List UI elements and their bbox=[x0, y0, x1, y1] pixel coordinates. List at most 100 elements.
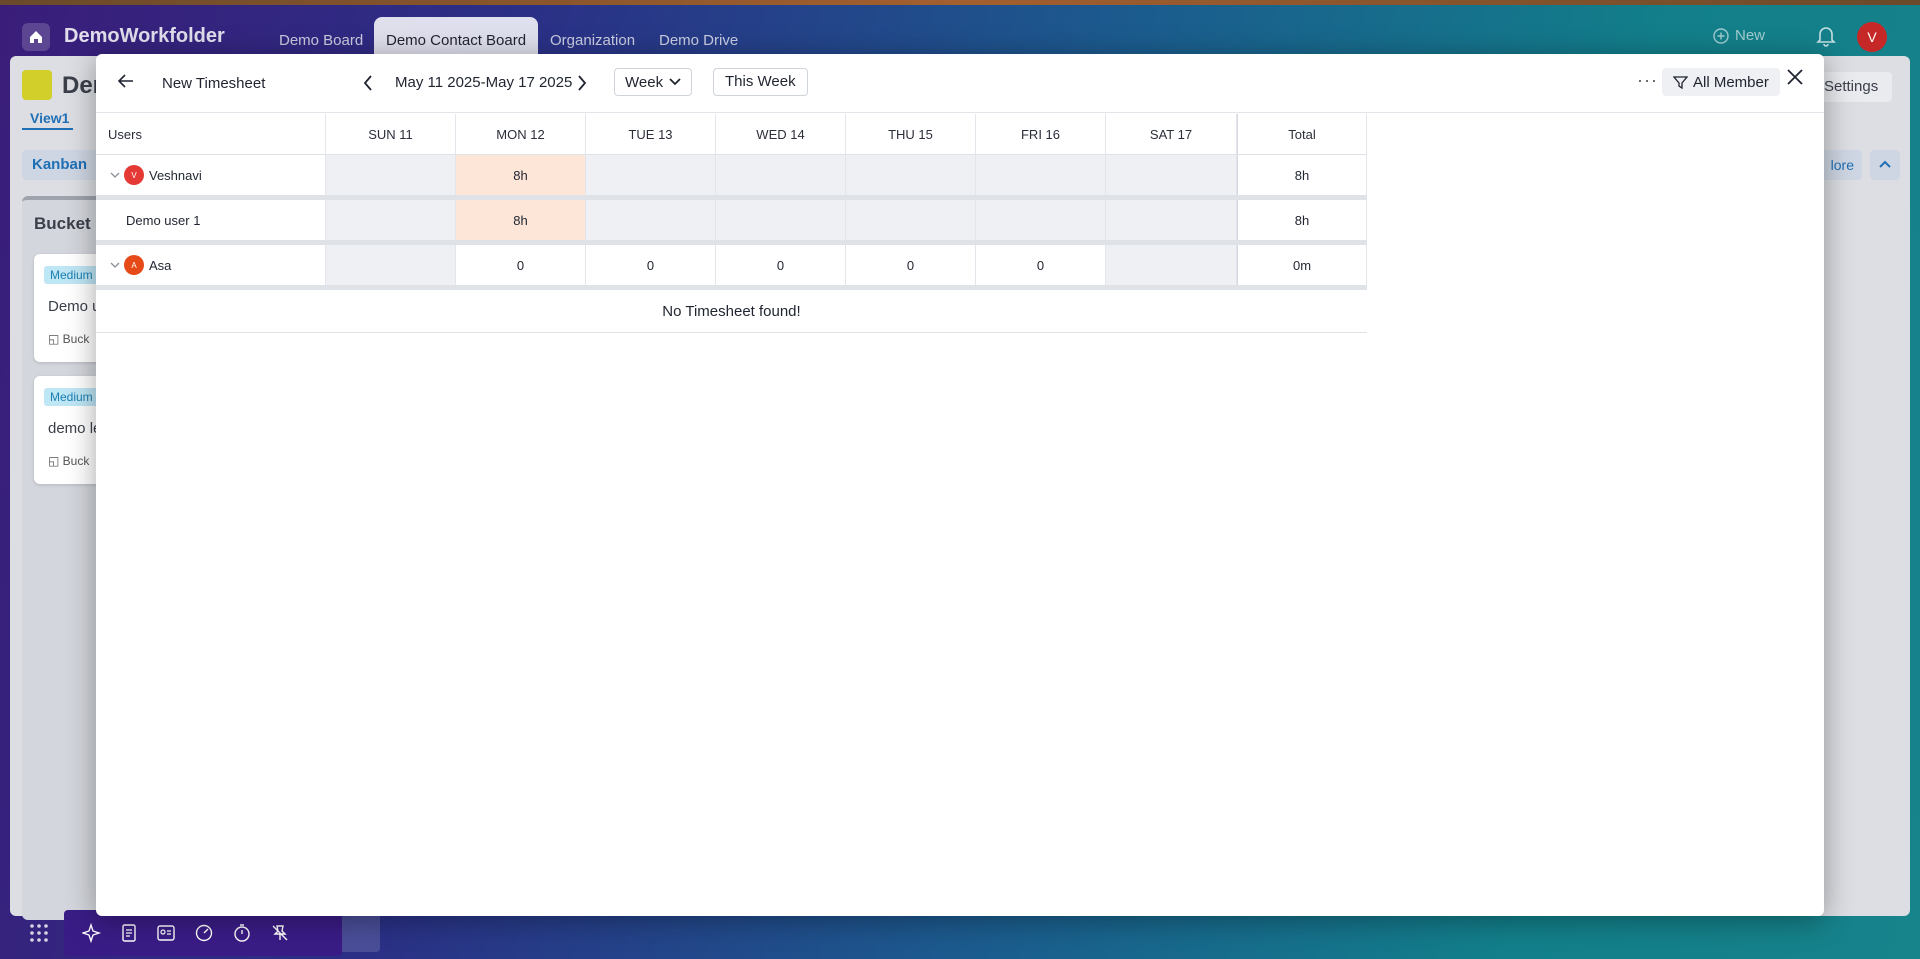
back-button[interactable] bbox=[116, 71, 136, 96]
day-cell[interactable] bbox=[846, 155, 976, 195]
user-cell: Demo user 1 bbox=[96, 200, 326, 240]
column-header-users: Users bbox=[96, 114, 326, 154]
chevron-right-icon bbox=[578, 75, 587, 91]
card-title: Demo u bbox=[48, 298, 101, 315]
chevron-down-icon bbox=[669, 78, 681, 86]
collapse-button[interactable] bbox=[1870, 150, 1900, 180]
period-select[interactable]: Week bbox=[614, 68, 693, 96]
timesheet-table: Users SUN 11 MON 12 TUE 13 WED 14 THU 15… bbox=[96, 114, 1367, 333]
day-cell[interactable] bbox=[976, 200, 1106, 240]
expand-row-toggle[interactable] bbox=[108, 168, 122, 182]
document-icon[interactable] bbox=[120, 923, 138, 943]
day-cell[interactable] bbox=[1106, 200, 1237, 240]
day-cell[interactable] bbox=[716, 200, 846, 240]
day-cell[interactable] bbox=[586, 155, 716, 195]
total-cell: 0m bbox=[1237, 245, 1367, 285]
this-week-button[interactable]: This Week bbox=[713, 68, 808, 96]
timesheet-modal: New Timesheet May 11 2025-May 17 2025 We… bbox=[96, 54, 1824, 916]
view-tab[interactable]: View1 bbox=[22, 110, 74, 130]
day-cell[interactable] bbox=[326, 155, 456, 195]
card-title: demo le bbox=[48, 420, 102, 437]
grid-icon bbox=[30, 924, 48, 942]
user-name: Veshnavi bbox=[149, 167, 202, 183]
total-cell: 8h bbox=[1237, 155, 1367, 195]
column-header-total: Total bbox=[1237, 114, 1367, 154]
column-header-wed: WED 14 bbox=[716, 114, 846, 154]
home-button[interactable] bbox=[22, 23, 50, 51]
member-filter-label: All Member bbox=[1693, 73, 1769, 91]
notifications-button[interactable] bbox=[1816, 25, 1836, 52]
expand-row-toggle[interactable] bbox=[108, 258, 122, 272]
sparkle-icon[interactable] bbox=[82, 923, 102, 943]
board-icon bbox=[22, 70, 52, 100]
tab-organization[interactable]: Organization bbox=[538, 17, 647, 59]
period-select-label: Week bbox=[625, 73, 664, 91]
day-cell[interactable] bbox=[716, 155, 846, 195]
modal-header: New Timesheet May 11 2025-May 17 2025 We… bbox=[96, 54, 1824, 113]
user-cell: A Asa bbox=[96, 245, 326, 285]
priority-badge: Medium bbox=[44, 266, 99, 284]
day-cell[interactable]: 0 bbox=[456, 245, 586, 285]
column-header-thu: THU 15 bbox=[846, 114, 976, 154]
column-header-sat: SAT 17 bbox=[1106, 114, 1237, 154]
more-options-button[interactable]: ··· bbox=[1637, 70, 1658, 91]
table-row: A Asa 0 0 0 0 0 0m bbox=[96, 245, 1367, 285]
member-filter-button[interactable]: All Member bbox=[1662, 68, 1780, 96]
previous-week-button[interactable] bbox=[362, 74, 374, 97]
close-button[interactable] bbox=[1786, 68, 1804, 91]
column-header-fri: FRI 16 bbox=[976, 114, 1106, 154]
day-cell[interactable]: 0 bbox=[846, 245, 976, 285]
tab-demo-drive[interactable]: Demo Drive bbox=[647, 17, 750, 59]
tab-demo-contact-board[interactable]: Demo Contact Board bbox=[374, 17, 539, 59]
day-cell[interactable] bbox=[326, 200, 456, 240]
column-title: Bucket bbox=[34, 214, 91, 233]
user-cell: V Veshnavi bbox=[96, 155, 326, 195]
day-cell[interactable] bbox=[976, 155, 1106, 195]
day-cell[interactable]: 0 bbox=[976, 245, 1106, 285]
day-cell[interactable]: 0 bbox=[586, 245, 716, 285]
table-row: Demo user 1 8h 8h bbox=[96, 200, 1367, 240]
table-row: V Veshnavi 8h 8h bbox=[96, 155, 1367, 195]
card-bucket-label: Buck bbox=[62, 332, 90, 346]
day-cell[interactable] bbox=[846, 200, 976, 240]
card-bucket: ◱ Buck bbox=[48, 332, 90, 346]
day-cell[interactable] bbox=[326, 245, 456, 285]
user-name: Demo user 1 bbox=[126, 212, 201, 228]
tab-demo-board[interactable]: Demo Board bbox=[267, 17, 375, 59]
column-header-mon: MON 12 bbox=[456, 114, 586, 154]
filter-icon bbox=[1673, 75, 1688, 89]
bottom-dock bbox=[64, 910, 342, 956]
day-cell[interactable]: 0 bbox=[716, 245, 846, 285]
close-icon bbox=[1787, 69, 1803, 85]
bell-icon bbox=[1816, 27, 1836, 47]
home-icon bbox=[30, 31, 42, 43]
empty-state-message: No Timesheet found! bbox=[96, 290, 1367, 333]
chevron-down-icon bbox=[110, 262, 120, 268]
day-cell[interactable] bbox=[1106, 245, 1237, 285]
user-avatar-small: V bbox=[124, 165, 144, 185]
gauge-icon[interactable] bbox=[194, 923, 214, 943]
day-cell[interactable]: 8h bbox=[456, 155, 586, 195]
column-header-sun: SUN 11 bbox=[326, 114, 456, 154]
day-cell[interactable]: 8h bbox=[456, 200, 586, 240]
day-cell[interactable] bbox=[586, 200, 716, 240]
user-avatar[interactable]: V bbox=[1857, 22, 1887, 52]
new-button[interactable]: New bbox=[1713, 27, 1765, 44]
new-button-label: New bbox=[1735, 27, 1766, 44]
column-header-tue: TUE 13 bbox=[586, 114, 716, 154]
timer-icon[interactable] bbox=[232, 923, 252, 943]
contact-card-icon[interactable] bbox=[156, 924, 176, 942]
next-week-button[interactable] bbox=[576, 74, 588, 97]
apps-launcher[interactable] bbox=[14, 910, 64, 956]
dock-extension bbox=[342, 910, 380, 952]
card-bucket-label: Buck bbox=[62, 454, 90, 468]
chevron-up-icon bbox=[1879, 160, 1891, 168]
arrow-left-icon bbox=[117, 74, 133, 88]
unpin-icon[interactable] bbox=[270, 923, 290, 943]
priority-badge: Medium bbox=[44, 388, 99, 406]
total-cell: 8h bbox=[1237, 200, 1367, 240]
chevron-down-icon bbox=[110, 172, 120, 178]
table-header: Users SUN 11 MON 12 TUE 13 WED 14 THU 15… bbox=[96, 114, 1367, 155]
day-cell[interactable] bbox=[1106, 155, 1237, 195]
user-name: Asa bbox=[149, 257, 172, 273]
